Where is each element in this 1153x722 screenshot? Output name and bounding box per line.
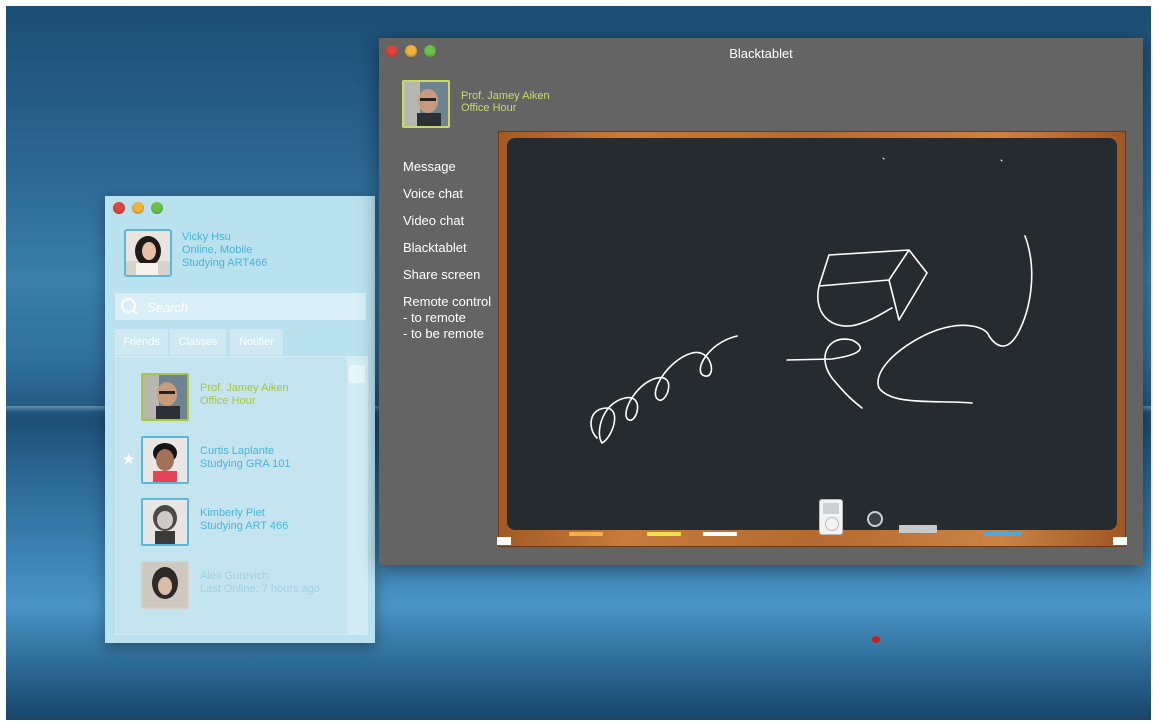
friend-item[interactable]: ★ Curtis Laplante Studying GRA 101 [116,435,346,487]
minimize-button[interactable] [132,202,144,214]
menu-video-chat[interactable]: Video chat [403,213,464,229]
profile-avatar[interactable] [124,229,172,277]
friend-item[interactable]: Kimberly Piet Studying ART 466 [116,497,346,549]
friend-avatar [141,498,189,546]
friend-name: Alex Gurevich [200,570,269,582]
profile-activity: Studying ART466 [182,257,268,269]
friend-name: Kimberly Piet [200,507,265,519]
menu-blacktablet[interactable]: Blacktablet [403,240,467,256]
tab-classes[interactable]: Classes [170,329,226,355]
search-input[interactable] [145,293,359,322]
window-controls [113,202,163,214]
zoom-button[interactable] [151,202,163,214]
friend-avatar [141,561,189,609]
magnifier-icon [867,511,883,527]
star-icon[interactable]: ★ [122,452,136,467]
menu-to-be-remote[interactable]: - to be remote [403,326,484,342]
ipod-icon [819,499,843,535]
chalk-white[interactable] [703,532,737,536]
friend-status: Studying ART 466 [200,520,289,532]
menu-to-remote[interactable]: - to remote [403,310,466,326]
chalk-orange[interactable] [569,532,603,536]
search-box [115,293,366,322]
search-icon [121,298,136,313]
scrollbar-thumb[interactable] [349,365,365,383]
friends-window: Vicky Hsu Online, Mobile Studying ART466… [105,196,375,643]
eraser-icon [899,525,937,533]
frame-corner [497,537,511,545]
tab-notifier[interactable]: Notifier [230,329,283,355]
chalk-drawing [590,157,1033,444]
friend-item[interactable]: Prof. Jamey Aiken Office Hour [116,372,346,424]
window-title: Blacktablet [729,46,793,61]
profile-status: Online, Mobile [182,244,253,256]
host-avatar[interactable] [402,80,450,128]
chalkboard-canvas[interactable] [507,138,1117,535]
friend-list: Prof. Jamey Aiken Office Hour ★ Curtis L… [115,356,368,635]
friend-avatar [141,373,189,421]
friend-status: Studying GRA 101 [200,458,291,470]
close-button[interactable] [113,202,125,214]
scrollbar[interactable] [347,357,367,634]
menu-voice-chat[interactable]: Voice chat [403,186,463,202]
chalkboard-frame [497,131,1127,547]
tab-friends[interactable]: Friends [115,329,168,355]
profile-name: Vicky Hsu [182,231,231,243]
chalk-yellow[interactable] [647,532,681,536]
menu-message[interactable]: Message [403,159,456,175]
frame-corner [1113,537,1127,545]
friend-status: Office Hour [200,395,256,407]
host-status: Office Hour [461,102,517,114]
friend-name: Curtis Laplante [200,445,274,457]
menu-share-screen[interactable]: Share screen [403,267,480,283]
menu-remote-control[interactable]: Remote control [403,294,491,310]
blacktablet-window: Blacktablet Prof. Jamey Aiken Office Hou… [379,38,1143,565]
friend-status: Last Online: 7 hours ago [200,583,320,595]
buoy [872,636,880,643]
friend-avatar [141,436,189,484]
friend-name: Prof. Jamey Aiken [200,382,289,394]
friend-item[interactable]: Alex Gurevich Last Online: 7 hours ago [116,560,346,612]
chalk-blue[interactable] [984,532,1022,536]
